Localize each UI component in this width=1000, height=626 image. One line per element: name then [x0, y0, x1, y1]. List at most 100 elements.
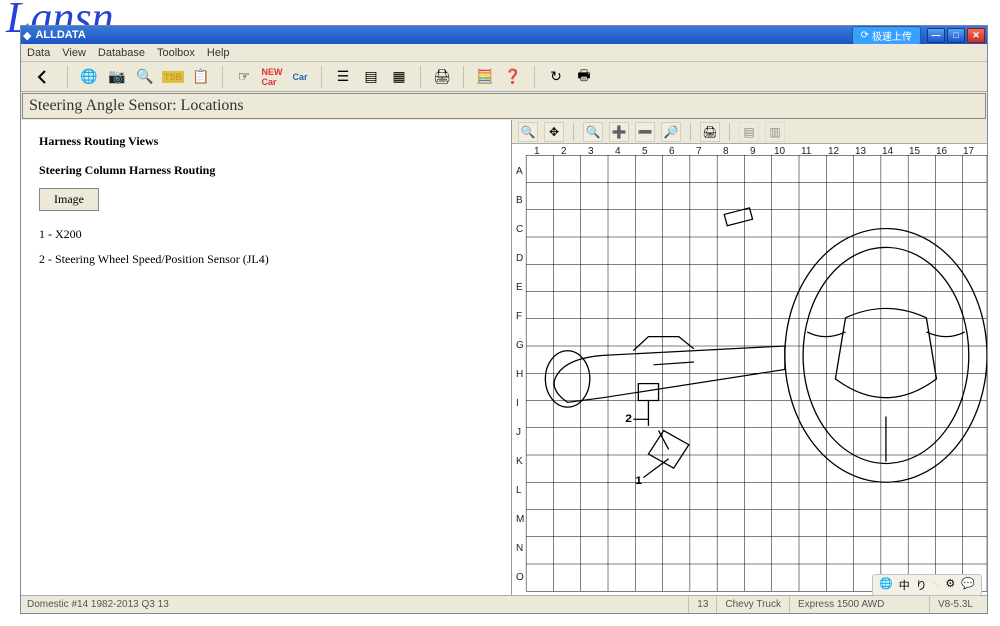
app-window: ◆ ALLDATA ⟳ 极速上传 — □ ✕ Data View Databas…	[20, 25, 988, 614]
menu-database[interactable]: Database	[98, 47, 145, 59]
toolbar-separator	[321, 66, 322, 88]
menu-data[interactable]: Data	[27, 47, 50, 59]
legend-item-2: 2 - Steering Wheel Speed/Position Sensor…	[39, 252, 493, 267]
upload-icon: ⟳	[861, 30, 869, 41]
main-toolbar: 🌐 📷 🔍 TSB 📋 ☞ NEWCar Car ☰ ▤ ▦ 🖨 🧮 ❓ ↻ 🖶	[21, 62, 987, 92]
print-icon[interactable]: 🖨	[431, 66, 453, 88]
grid-row-label: O	[516, 572, 524, 583]
grid-row-label: F	[516, 311, 522, 322]
upload-speed-button[interactable]: ⟳ 极速上传	[852, 26, 921, 45]
list-view-icon[interactable]: ☰	[332, 66, 354, 88]
image-button[interactable]: Image	[39, 188, 99, 211]
media-icon[interactable]: ▦	[388, 66, 410, 88]
grid-row-label: A	[516, 166, 523, 177]
print-diagram-icon[interactable]: 🖨	[700, 122, 720, 142]
hand-point-icon[interactable]: ☞	[233, 66, 255, 88]
zoom-out-icon[interactable]: ➖	[635, 122, 655, 142]
menu-view[interactable]: View	[62, 47, 86, 59]
window-buttons: — □ ✕	[927, 28, 985, 43]
callout-2: 2	[625, 412, 632, 425]
page-next-icon[interactable]: ▥	[765, 122, 785, 142]
refresh-icon[interactable]: ↻	[545, 66, 567, 88]
grid-col-label: 7	[696, 146, 702, 157]
grid-row-label: K	[516, 456, 523, 467]
page-prev-icon[interactable]: ▤	[739, 122, 759, 142]
content-area: Harness Routing Views Steering Column Ha…	[21, 120, 987, 595]
grid-row-label: D	[516, 253, 523, 264]
grid-row-label: N	[516, 543, 523, 554]
back-button[interactable]	[29, 66, 57, 88]
grid-row-label: C	[516, 224, 523, 235]
menu-toolbox[interactable]: Toolbox	[157, 47, 195, 59]
grid-row-label: G	[516, 340, 524, 351]
tray-chat-icon[interactable]: 💬	[961, 577, 975, 593]
tsb-icon[interactable]: TSB	[162, 66, 184, 88]
grid-col-label: 2	[561, 146, 567, 157]
globe-icon[interactable]: 🌐	[78, 66, 100, 88]
print-setup-icon[interactable]: 🖶	[573, 66, 595, 88]
new-car-icon[interactable]: NEWCar	[261, 66, 283, 88]
tray-icons: 🌐 中 り ·. ⚙ 💬	[872, 574, 982, 596]
camera-icon[interactable]: 📷	[106, 66, 128, 88]
grid-col-label: 12	[828, 146, 839, 157]
calculator-icon[interactable]: 🧮	[474, 66, 496, 88]
grid-col-label: 6	[669, 146, 675, 157]
diagram-canvas[interactable]: 2 1 1 2 3 4 5 6 7 8 9 10 11 12 13 14 15 …	[512, 144, 987, 595]
window-title: ALLDATA	[31, 29, 851, 41]
grid-row-label: J	[516, 427, 521, 438]
left-pane: Harness Routing Views Steering Column Ha…	[21, 120, 511, 595]
pan-icon[interactable]: ✥	[544, 122, 564, 142]
grid-col-label: 15	[909, 146, 920, 157]
upload-speed-label: 极速上传	[872, 28, 912, 43]
tray-sound-icon[interactable]: り	[916, 577, 927, 593]
tray-wheel-icon[interactable]: ⚙	[945, 577, 955, 593]
zoom-fit-icon[interactable]: 🔍	[518, 122, 538, 142]
toolbar-separator	[463, 66, 464, 88]
grid-col-label: 5	[642, 146, 648, 157]
toolbar-separator	[222, 66, 223, 88]
window-app-icon: ◆	[23, 29, 31, 42]
zoom-reset-icon[interactable]: 🔎	[661, 122, 681, 142]
tray-moon-icon[interactable]: 中	[899, 577, 910, 593]
grid-col-label: 1	[534, 146, 540, 157]
zoom-window-icon[interactable]: 🔍	[583, 122, 603, 142]
toolbar-separator	[534, 66, 535, 88]
columns-icon[interactable]: ▤	[360, 66, 382, 88]
toolbar-separator	[690, 123, 691, 141]
close-button[interactable]: ✕	[967, 28, 985, 43]
grid-row-label: L	[516, 485, 522, 496]
legend-item-1: 1 - X200	[39, 227, 493, 242]
grid-row-label: M	[516, 514, 524, 525]
help-question-icon[interactable]: ❓	[502, 66, 524, 88]
diagram-toolbar: 🔍 ✥ 🔍 ➕ ➖ 🔎 🖨 ▤ ▥	[512, 120, 987, 144]
minimize-button[interactable]: —	[927, 28, 945, 43]
toolbar-separator	[573, 123, 574, 141]
grid-row-label: I	[516, 398, 519, 409]
search-doc-icon[interactable]: 🔍	[134, 66, 156, 88]
menu-help[interactable]: Help	[207, 47, 230, 59]
tray-sep: ·.	[933, 577, 940, 593]
grid-row-label: H	[516, 369, 523, 380]
title-bar: ◆ ALLDATA ⟳ 极速上传 — □ ✕	[21, 26, 987, 44]
right-pane: 🔍 ✥ 🔍 ➕ ➖ 🔎 🖨 ▤ ▥	[511, 120, 987, 595]
harness-subheading: Steering Column Harness Routing	[39, 163, 493, 178]
toolbar-separator	[420, 66, 421, 88]
grid-col-label: 16	[936, 146, 947, 157]
grid-col-label: 10	[774, 146, 785, 157]
status-engine: V8-5.3L	[929, 596, 981, 613]
tray-globe-icon[interactable]: 🌐	[879, 577, 893, 593]
car-icon[interactable]: Car	[289, 66, 311, 88]
status-bar: Domestic #14 1982-2013 Q3 13 13 Chevy Tr…	[21, 595, 987, 613]
status-model: Express 1500 AWD	[789, 596, 929, 613]
maximize-button[interactable]: □	[947, 28, 965, 43]
grid-row-label: E	[516, 282, 523, 293]
toolbar-separator	[729, 123, 730, 141]
grid-col-label: 8	[723, 146, 729, 157]
grid-col-label: 9	[750, 146, 756, 157]
grid-col-label: 4	[615, 146, 621, 157]
harness-heading: Harness Routing Views	[39, 134, 493, 149]
diagram-svg: 2 1	[512, 144, 987, 595]
clipboard-icon[interactable]: 📋	[190, 66, 212, 88]
zoom-in-icon[interactable]: ➕	[609, 122, 629, 142]
page-title: Steering Angle Sensor: Locations	[22, 93, 986, 119]
